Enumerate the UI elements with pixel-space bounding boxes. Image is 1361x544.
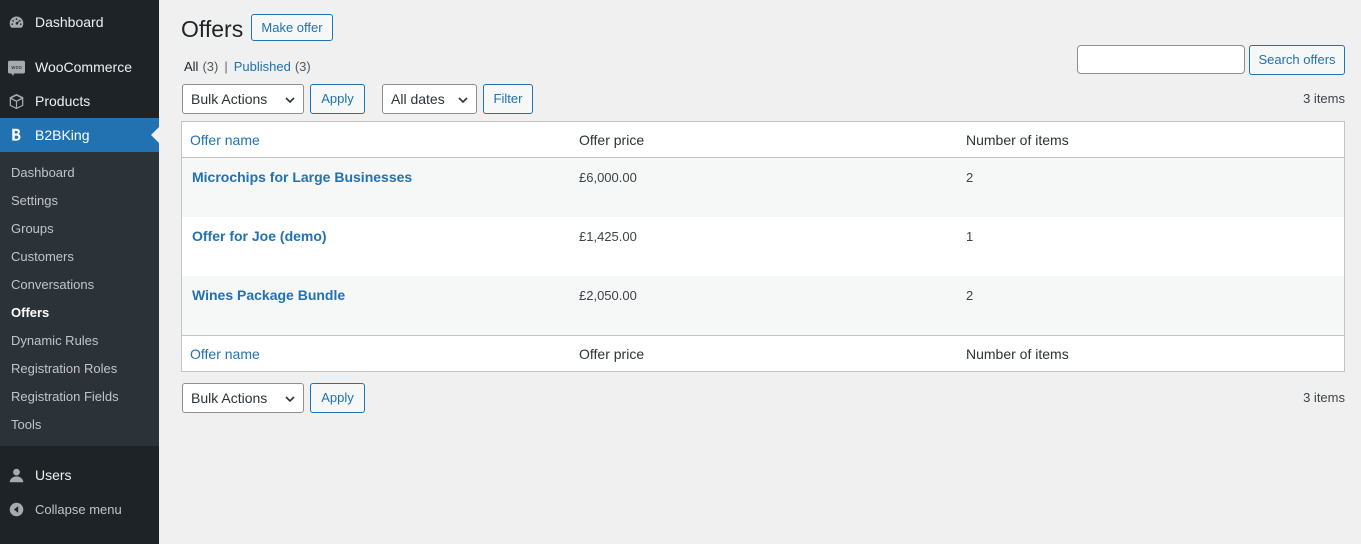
submenu-item-dynamic-rules[interactable]: Dynamic Rules [11,331,98,351]
dates-select[interactable]: All dates [382,84,477,114]
admin-sidebar: Dashboard woo WooCommerce Products B2BKi… [0,0,159,544]
submenu-item-offers[interactable]: Offers [11,303,49,323]
items-count: 3 items [1303,91,1345,106]
view-published-link[interactable]: Published [234,59,291,74]
menu-label: B2BKing [35,127,90,143]
svg-text:woo: woo [11,65,21,71]
menu-label: Users [35,467,72,483]
submenu-item-customers[interactable]: Customers [11,247,74,267]
bulk-actions-select-bottom[interactable]: Bulk Actions [182,383,304,413]
filter-button[interactable]: Filter [483,84,533,114]
chevron-down-icon [458,97,468,104]
dates-value: All dates [391,91,445,107]
menu-item-woocommerce[interactable]: woo WooCommerce [0,50,159,84]
offer-price: £1,425.00 [579,229,637,244]
submenu-item-conversations[interactable]: Conversations [11,275,94,295]
chevron-down-icon [285,396,295,403]
submenu-item-registration-fields[interactable]: Registration Fields [11,387,119,407]
offer-price: £6,000.00 [579,170,637,185]
items-count-bottom: 3 items [1303,390,1345,405]
offer-name-link[interactable]: Wines Package Bundle [192,287,345,303]
apply-button[interactable]: Apply [310,84,365,114]
view-all-count: (3) [202,59,219,74]
collapse-icon [8,501,25,518]
chevron-down-icon [285,97,295,104]
view-filters: All (3) | Published (3) [184,59,311,74]
bulk-actions-value: Bulk Actions [191,91,268,107]
menu-label: Products [35,93,91,109]
view-all-link[interactable]: All [184,59,198,74]
dashboard-icon [8,14,25,31]
offer-price: £2,050.00 [579,288,637,303]
table-row: Wines Package Bundle £2,050.00 2 [182,276,1344,335]
offer-item-count: 2 [966,170,974,185]
woocommerce-icon: woo [8,59,25,76]
b2bking-icon [8,127,25,144]
table-header: Offer name Offer price Number of items [182,122,1344,158]
products-icon [8,93,25,110]
page-title: Offers [181,16,244,42]
b2bking-submenu: Dashboard Settings Groups Customers Conv… [0,152,159,446]
column-header-offer-price: Offer price [579,132,645,148]
menu-item-users[interactable]: Users [0,458,159,492]
search-input[interactable] [1077,45,1245,74]
submenu-item-groups[interactable]: Groups [11,219,54,239]
offer-name-link[interactable]: Microchips for Large Businesses [192,169,412,185]
offer-item-count: 1 [966,229,974,244]
column-footer-offer-name[interactable]: Offer name [190,346,260,362]
column-header-offer-name[interactable]: Offer name [190,132,260,148]
collapse-menu-button[interactable]: Collapse menu [0,492,159,526]
view-separator: | [224,59,228,74]
column-footer-number-of-items: Number of items [966,346,1069,362]
offer-item-count: 2 [966,288,974,303]
bulk-actions-value: Bulk Actions [191,390,268,406]
offers-table: Offer name Offer price Number of items M… [181,121,1345,372]
submenu-item-dashboard[interactable]: Dashboard [11,163,75,183]
make-offer-button[interactable]: Make offer [251,14,333,41]
bulk-actions-select[interactable]: Bulk Actions [182,84,304,114]
menu-item-dashboard[interactable]: Dashboard [0,5,159,39]
submenu-item-settings[interactable]: Settings [11,191,58,211]
submenu-item-registration-roles[interactable]: Registration Roles [11,359,117,379]
menu-label: Collapse menu [35,501,122,517]
column-footer-offer-price: Offer price [579,346,645,362]
table-footer: Offer name Offer price Number of items [182,335,1344,371]
submenu-item-tools[interactable]: Tools [11,415,41,435]
view-published-count: (3) [294,59,311,74]
current-menu-arrow [151,127,159,143]
column-header-number-of-items: Number of items [966,132,1069,148]
table-row: Microchips for Large Businesses £6,000.0… [182,158,1344,217]
search-offers-button[interactable]: Search offers [1249,45,1345,75]
offer-name-link[interactable]: Offer for Joe (demo) [192,228,327,244]
menu-item-b2bking[interactable]: B2BKing [0,118,159,152]
table-row: Offer for Joe (demo) £1,425.00 1 [182,217,1344,276]
menu-label: Dashboard [35,14,104,30]
menu-item-products[interactable]: Products [0,84,159,118]
apply-button-bottom[interactable]: Apply [310,383,365,413]
menu-label: WooCommerce [35,59,132,75]
users-icon [8,467,25,484]
main-content: Offers Make offer All (3) | Published (3… [159,0,1361,544]
